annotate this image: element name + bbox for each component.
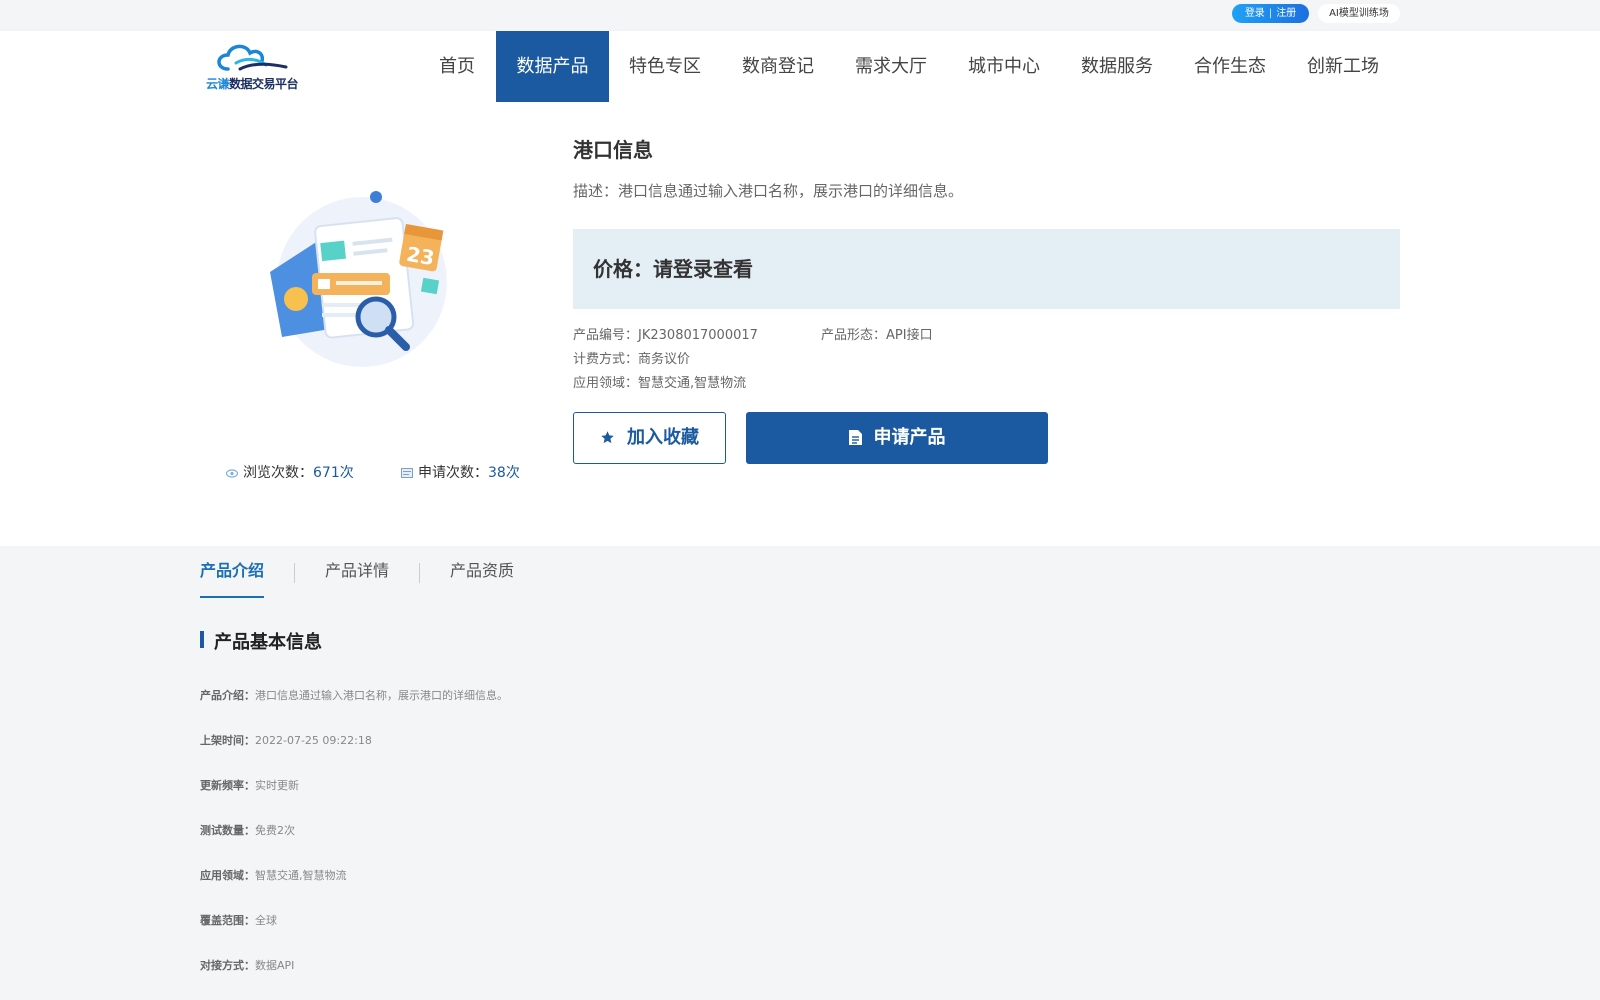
product-billing-label: 计费方式： — [573, 352, 639, 367]
login-link[interactable]: 登录 — [1245, 8, 1265, 19]
section-title: 产品基本信息 — [200, 628, 322, 654]
product-form-value: API接口 — [886, 328, 933, 343]
star-icon — [601, 431, 614, 444]
tab-product-detail[interactable]: 产品详情 — [325, 546, 389, 598]
views-count: 671次 — [313, 465, 354, 481]
eye-icon — [226, 469, 238, 478]
product-domain-value: 智慧交通,智慧物流 — [638, 376, 747, 391]
applies-count: 38次 — [488, 465, 520, 481]
ai-training-link[interactable]: AI模型训练场 — [1318, 4, 1400, 23]
tab-divider — [294, 563, 295, 583]
info-row: 应用领域：智慧交通,智慧物流 — [200, 867, 347, 883]
logo-text: 云谦数据交易平台 — [206, 75, 299, 92]
info-value: 免费2次 — [255, 824, 295, 837]
site-header: 云谦数据交易平台 首页 数据产品 特色专区 数商登记 需求大厅 城市中心 数据服… — [0, 31, 1600, 102]
svg-text:23: 23 — [405, 242, 437, 270]
nav-item-home[interactable]: 首页 — [431, 31, 483, 102]
tab-product-intro[interactable]: 产品介绍 — [200, 546, 265, 598]
info-value: 实时更新 — [255, 779, 299, 792]
apply-product-button[interactable]: 申请产品 — [746, 412, 1048, 464]
views-label: 浏览次数： — [243, 465, 313, 481]
product-form-label: 产品形态： — [821, 328, 887, 343]
nav-item-ecosystem[interactable]: 合作生态 — [1186, 31, 1274, 102]
logo-brand: 云谦 — [206, 77, 230, 91]
info-value: 智慧交通,智慧物流 — [255, 869, 347, 882]
form-icon — [401, 468, 413, 478]
tab-divider — [419, 563, 420, 583]
auth-separator: | — [1268, 8, 1273, 19]
document-calendar-illustration: 23 — [270, 191, 447, 367]
add-favorite-button[interactable]: 加入收藏 — [573, 412, 726, 464]
price-text: 价格：请登录查看 — [593, 257, 753, 281]
product-domain-label: 应用领域： — [573, 376, 639, 391]
nav-item-merchant-register[interactable]: 数商登记 — [734, 31, 822, 102]
basic-info-section: 产品基本信息 产品介绍：港口信息通过输入港口名称，展示港口的详细信息。 上架时间… — [0, 598, 1600, 1000]
info-row: 更新频率：实时更新 — [200, 777, 299, 793]
info-row: 产品介绍：港口信息通过输入港口名称，展示港口的详细信息。 — [200, 687, 508, 703]
applies-stat: 申请次数：38次 — [401, 462, 520, 482]
info-key: 上架时间： — [200, 734, 255, 747]
product-description: 描述：港口信息通过输入港口名称，展示港口的详细信息。 — [573, 182, 964, 200]
info-key: 产品介绍： — [200, 689, 255, 702]
applies-label: 申请次数： — [418, 465, 488, 481]
nav-item-demand-hall[interactable]: 需求大厅 — [847, 31, 935, 102]
nav-item-data-services[interactable]: 数据服务 — [1073, 31, 1161, 102]
product-billing: 计费方式：商务议价 — [573, 348, 690, 367]
price-box: 价格：请登录查看 — [573, 229, 1400, 309]
info-row: 覆盖范围：全球 — [200, 912, 277, 928]
product-code-value: JK2308017000017 — [638, 328, 758, 343]
product-billing-value: 商务议价 — [638, 352, 691, 367]
cloud-logo-icon — [217, 44, 288, 71]
tab-product-qualification[interactable]: 产品资质 — [450, 546, 514, 598]
info-value: 全球 — [255, 914, 277, 927]
top-utility-bar: 登录 | 注册 AI模型训练场 — [0, 0, 1600, 31]
apply-product-label: 申请产品 — [873, 427, 946, 448]
product-overview: 23 浏览次数：671次 申请次数：38次 港口信息 描述：港口信息通过输入港口… — [0, 102, 1600, 546]
product-title: 港口信息 — [573, 138, 653, 162]
site-logo[interactable]: 云谦数据交易平台 — [206, 41, 302, 93]
add-favorite-label: 加入收藏 — [627, 427, 699, 448]
auth-pill: 登录 | 注册 — [1232, 4, 1309, 23]
info-value: 港口信息通过输入港口名称，展示港口的详细信息。 — [255, 689, 508, 702]
register-link[interactable]: 注册 — [1276, 8, 1296, 19]
nav-item-city-center[interactable]: 城市中心 — [960, 31, 1048, 102]
logo-suffix: 数据交易平台 — [229, 77, 299, 91]
info-row: 上架时间：2022-07-25 09:22:18 — [200, 732, 372, 748]
info-key: 更新频率： — [200, 779, 255, 792]
nav-item-featured[interactable]: 特色专区 — [621, 31, 709, 102]
info-key: 应用领域： — [200, 869, 255, 882]
info-row: 对接方式：数据API — [200, 957, 294, 973]
product-form: 产品形态：API接口 — [821, 324, 933, 343]
info-key: 对接方式： — [200, 959, 255, 972]
product-domain: 应用领域：智慧交通,智慧物流 — [573, 372, 746, 391]
nav-item-data-products[interactable]: 数据产品 — [496, 31, 609, 102]
nav-item-innovation[interactable]: 创新工场 — [1299, 31, 1387, 102]
info-value: 数据API — [255, 959, 295, 972]
views-stat: 浏览次数：671次 — [226, 462, 354, 482]
info-value: 2022-07-25 09:22:18 — [255, 734, 372, 747]
document-icon — [848, 430, 862, 445]
info-key: 覆盖范围： — [200, 914, 255, 927]
info-key: 测试数量： — [200, 824, 255, 837]
product-code-label: 产品编号： — [573, 328, 639, 343]
product-tabs: 产品介绍 产品详情 产品资质 — [0, 546, 1600, 598]
info-row: 测试数量：免费2次 — [200, 822, 295, 838]
product-code: 产品编号：JK2308017000017 — [573, 324, 758, 343]
